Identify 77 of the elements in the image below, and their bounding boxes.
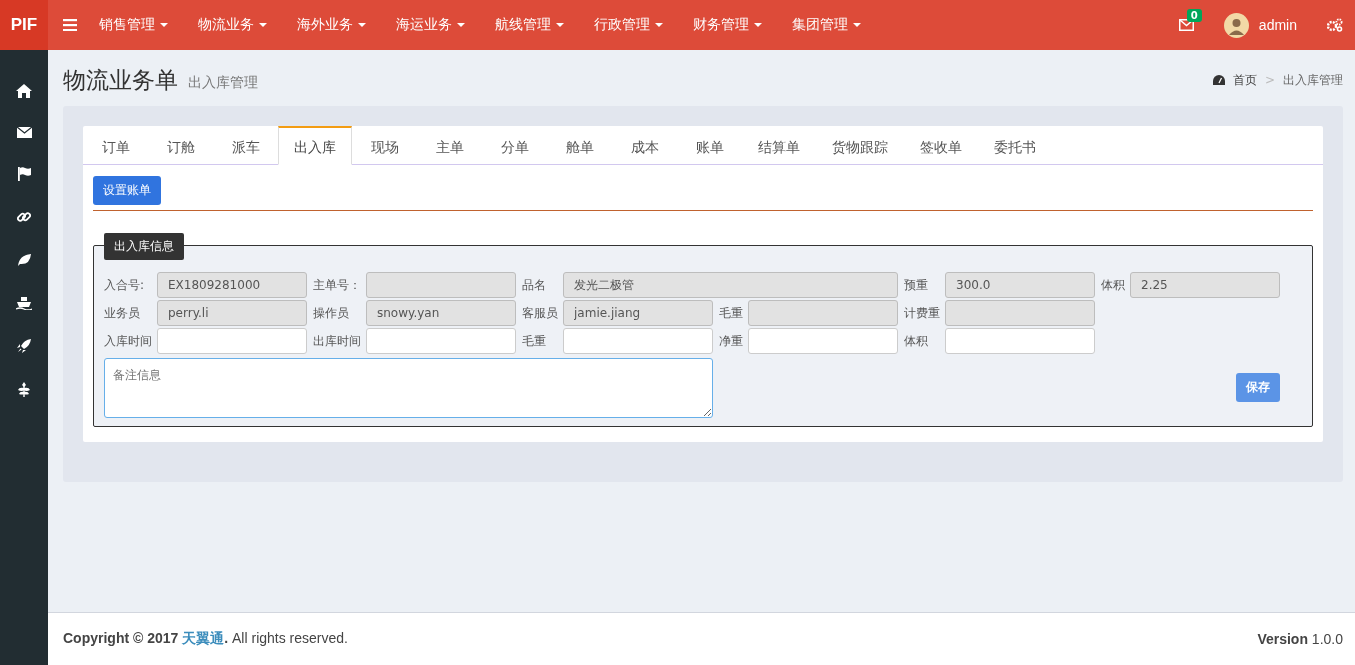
nav-menu[interactable]: 海外业务 (297, 16, 366, 34)
ship-icon[interactable] (16, 296, 32, 310)
nav-menu[interactable]: 销售管理 (99, 16, 168, 34)
tab[interactable]: 主单 (417, 126, 482, 165)
nav-menu[interactable]: 物流业务 (198, 16, 267, 34)
field-label: 操作员 (313, 304, 350, 322)
page-subtitle: 出入库管理 (188, 74, 258, 92)
field-label: 毛重 (522, 332, 547, 350)
leaf-icon[interactable] (17, 253, 31, 267)
tab[interactable]: 货物跟踪 (816, 126, 904, 165)
breadcrumb-link[interactable]: 首页 (1232, 71, 1257, 89)
version-text: Version 1.0.0 (1257, 631, 1343, 647)
remarks-textarea[interactable]: 备注信息 (104, 358, 713, 418)
field-label: 业务员 (104, 304, 141, 322)
input-field[interactable]: EX1809281000 (157, 272, 307, 298)
menu-icon[interactable] (63, 19, 77, 31)
field-label: 主单号： (313, 276, 360, 294)
input-field[interactable] (563, 328, 713, 354)
home-icon[interactable] (16, 84, 32, 98)
tab[interactable]: 成本 (612, 126, 677, 165)
field-label: 体积 (1101, 276, 1124, 294)
tab[interactable]: 订舱 (148, 126, 213, 165)
field-label: 预重 (904, 276, 929, 294)
breadcrumb-current: 出入库管理 (1283, 71, 1343, 89)
input-field[interactable]: 发光二极管 (563, 272, 898, 298)
nav-menu[interactable]: 集团管理 (792, 16, 861, 34)
dashboard-icon (1212, 74, 1225, 86)
field-label: 毛重 (719, 304, 742, 322)
field-label: 体积 (904, 332, 929, 350)
tab[interactable]: 签收单 (904, 126, 978, 165)
input-field[interactable] (366, 328, 516, 354)
brand-logo[interactable]: PIF (0, 0, 48, 50)
input-field[interactable] (748, 300, 898, 326)
page-title: 物流业务单 (63, 65, 178, 95)
tab[interactable]: 舱单 (547, 126, 612, 165)
field-label: 客服员 (522, 304, 557, 322)
field-label: 品名 (522, 276, 547, 294)
field-label: 计费重 (904, 304, 939, 322)
copyright-text: Copyright © 2017 天翼通. All rights reserved. (63, 630, 348, 648)
field-label: 入合号: (104, 276, 146, 294)
tab[interactable]: 委托书 (978, 126, 1052, 165)
mail-icon[interactable] (16, 127, 32, 138)
rocket-icon[interactable] (17, 339, 31, 353)
tab[interactable]: 结算单 (742, 126, 816, 165)
input-field[interactable]: 2.25 (1130, 272, 1280, 298)
input-field[interactable] (945, 328, 1095, 354)
fieldset-legend: 出入库信息 (104, 233, 184, 260)
input-field[interactable] (157, 328, 307, 354)
breadcrumb-separator: > (1264, 73, 1275, 87)
input-field[interactable] (366, 272, 516, 298)
nav-menu[interactable]: 财务管理 (693, 16, 762, 34)
company-link[interactable]: 天翼通 (182, 630, 225, 646)
field-label: 净重 (719, 332, 742, 350)
input-field[interactable] (945, 300, 1095, 326)
user-name[interactable]: admin (1258, 17, 1297, 33)
tab[interactable]: 派车 (213, 126, 278, 165)
input-field[interactable]: snowy.yan (366, 300, 516, 326)
tab[interactable]: 出入库 (278, 126, 352, 165)
flag-icon[interactable] (17, 167, 31, 181)
input-field[interactable] (748, 328, 898, 354)
avatar-icon[interactable] (1223, 12, 1249, 38)
notification-badge: 0 (1186, 9, 1202, 22)
field-label: 入库时间 (104, 332, 151, 350)
tab[interactable]: 分单 (482, 126, 547, 165)
nav-menu[interactable]: 行政管理 (594, 16, 663, 34)
set-bill-button[interactable]: 设置账单 (93, 176, 161, 205)
nav-menu[interactable]: 海运业务 (396, 16, 465, 34)
field-label: 出库时间 (313, 332, 360, 350)
nav-menu[interactable]: 航线管理 (495, 16, 564, 34)
input-field[interactable]: jamie.jiang (563, 300, 713, 326)
link-icon[interactable] (17, 210, 31, 224)
input-field[interactable]: perry.li (157, 300, 307, 326)
input-field[interactable]: 300.0 (945, 272, 1095, 298)
tab[interactable]: 现场 (352, 126, 417, 165)
save-button[interactable]: 保存 (1236, 372, 1280, 402)
tab[interactable]: 账单 (677, 126, 742, 165)
tab[interactable]: 订单 (83, 126, 148, 165)
